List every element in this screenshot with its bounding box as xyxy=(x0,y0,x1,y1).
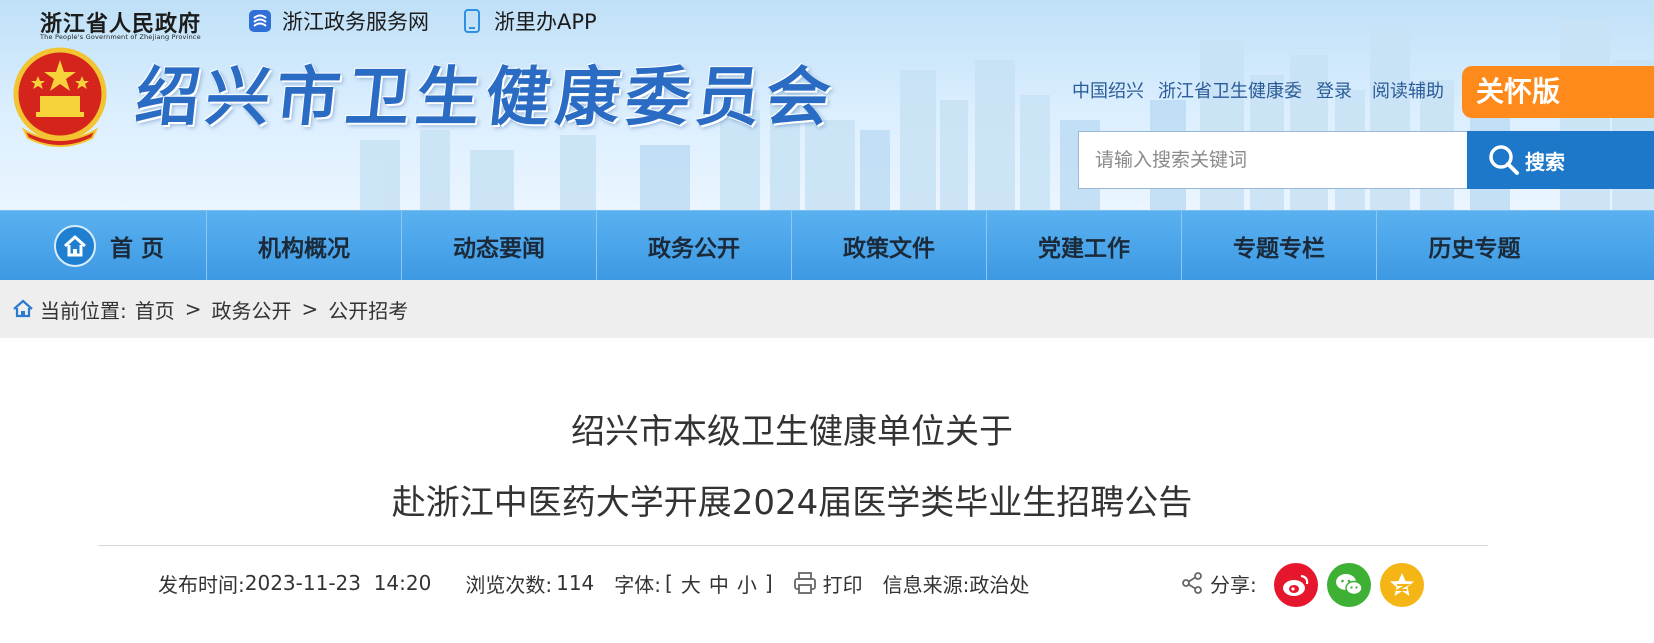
site-title: 绍兴市卫生健康委员会 xyxy=(132,61,840,135)
zjzwfw-label: 浙江政务服务网 xyxy=(282,10,429,34)
mobile-phone-icon xyxy=(464,9,480,33)
home-outline-icon xyxy=(13,299,33,318)
article-meta: 发布时间: 2023-11-23 14:20 浏览次数: 114 字体: [ 大… xyxy=(158,566,1029,600)
font-size-label: 字体: xyxy=(614,572,662,597)
search-icon xyxy=(1489,145,1519,175)
share-icon xyxy=(1182,572,1202,594)
utility-links: 中国绍兴 浙江省卫生健康委 登录 阅读辅助 xyxy=(1072,76,1458,104)
zheliban-link[interactable]: 浙里办APP xyxy=(460,8,597,34)
search-button-label: 搜索 xyxy=(1525,149,1565,174)
font-bracket-close: ] xyxy=(764,571,773,595)
qzone-star-icon xyxy=(1390,573,1414,596)
main-nav: 首 页 机构概况 动态要闻 政务公开 政策文件 党建工作 专题专栏 历史专题 xyxy=(0,210,1654,281)
weibo-icon xyxy=(1283,574,1309,596)
source-label: 信息来源: xyxy=(882,572,970,597)
zhejiang-gov-logo[interactable]: 浙江省人民政府 The People's Government of Zheji… xyxy=(40,6,205,44)
nav-item-news[interactable]: 动态要闻 xyxy=(402,211,597,281)
search-button[interactable]: 搜索 xyxy=(1467,131,1654,189)
nav-item-gov-affairs[interactable]: 政务公开 xyxy=(597,211,792,281)
nav-item-policy[interactable]: 政策文件 xyxy=(792,211,987,281)
care-mode-button[interactable]: 关怀版 xyxy=(1462,66,1654,118)
home-icon xyxy=(53,225,96,267)
views-count: 114 xyxy=(556,571,595,595)
publish-time-label: 发布时间: xyxy=(158,572,245,597)
font-bracket-open: [ xyxy=(665,571,673,595)
breadcrumb-separator: > xyxy=(184,297,202,321)
wechat-icon xyxy=(1336,574,1363,596)
article-title-line2: 赴浙江中医药大学开展2024届医学类毕业生招聘公告 xyxy=(391,483,1193,523)
print-button[interactable]: 打印 xyxy=(793,569,863,598)
breadcrumb-home[interactable]: 首页 xyxy=(135,295,175,324)
article-title-line1: 绍兴市本级卫生健康单位关于 xyxy=(571,412,1013,452)
nav-item-history[interactable]: 历史专题 xyxy=(1377,211,1572,281)
share-section: 分享: xyxy=(1180,566,1257,600)
share-weibo-button[interactable] xyxy=(1274,563,1318,607)
national-emblem-icon xyxy=(13,47,107,147)
font-medium-button[interactable]: 中 xyxy=(709,569,729,598)
font-small-button[interactable]: 小 xyxy=(737,569,757,598)
reading-assist-link[interactable]: 阅读辅助 xyxy=(1372,77,1444,103)
zheliban-label: 浙里办APP xyxy=(494,10,597,34)
search-input[interactable]: 请输入搜索关键词 xyxy=(1078,131,1468,189)
breadcrumb: 当前位置: 首页 > 政务公开 > 公开招考 xyxy=(0,280,1654,338)
share-qzone-button[interactable] xyxy=(1380,563,1424,607)
share-wechat-button[interactable] xyxy=(1327,563,1371,607)
nav-item-label: 首 页 xyxy=(109,236,164,262)
publish-time: 2023-11-23 14:20 xyxy=(244,571,432,595)
share-label: 分享: xyxy=(1210,572,1257,597)
nav-item-home[interactable]: 首 页 xyxy=(12,211,207,281)
util-link-china-shaoxing[interactable]: 中国绍兴 xyxy=(1072,77,1144,103)
font-large-button[interactable]: 大 xyxy=(681,569,701,598)
views-label: 浏览次数: xyxy=(465,572,553,597)
breadcrumb-gov-affairs[interactable]: 政务公开 xyxy=(212,295,292,324)
breadcrumb-separator: > xyxy=(301,297,319,321)
site-header: 浙江省人民政府 The People's Government of Zheji… xyxy=(0,0,1654,210)
print-label: 打印 xyxy=(822,572,863,597)
login-link[interactable]: 登录 xyxy=(1316,77,1352,103)
breadcrumb-label: 当前位置: xyxy=(40,298,127,323)
nav-item-party[interactable]: 党建工作 xyxy=(987,211,1182,281)
zjzwfw-link[interactable]: 浙江政务服务网 xyxy=(248,8,429,34)
title-divider xyxy=(98,545,1488,546)
breadcrumb-recruitment[interactable]: 公开招考 xyxy=(328,295,408,324)
util-link-zj-health[interactable]: 浙江省卫生健康委 xyxy=(1158,77,1302,103)
nav-item-org[interactable]: 机构概况 xyxy=(207,211,402,281)
printer-icon xyxy=(793,572,816,594)
gov-english-name: The People's Government of Zhejiang Prov… xyxy=(40,33,201,41)
source-value: 政治处 xyxy=(969,572,1030,597)
nav-item-topics[interactable]: 专题专栏 xyxy=(1182,211,1377,281)
zjzwfw-icon xyxy=(249,10,271,32)
